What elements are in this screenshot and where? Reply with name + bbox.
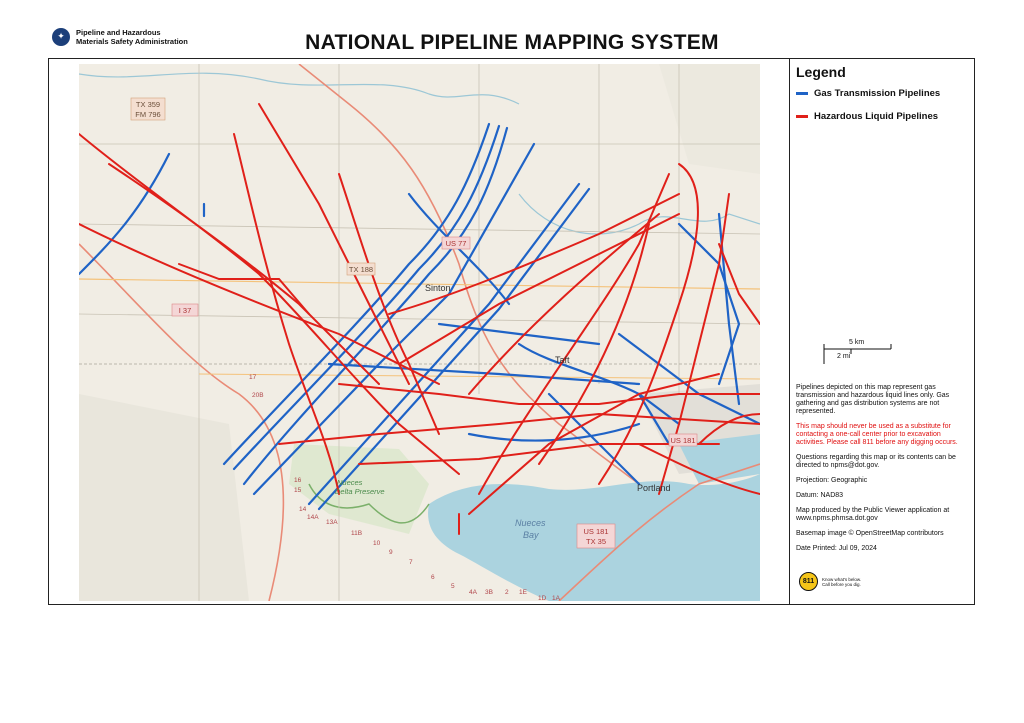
811-icon: 811 xyxy=(799,572,818,591)
svg-text:6: 6 xyxy=(431,574,435,581)
svg-text:20B: 20B xyxy=(252,392,264,399)
svg-text:16: 16 xyxy=(294,477,302,484)
svg-text:9: 9 xyxy=(389,549,393,556)
call-811-badge: 811 Know what's below. Call before you d… xyxy=(799,572,861,591)
legend-item-gas: Gas Transmission Pipelines xyxy=(796,88,971,99)
svg-text:11B: 11B xyxy=(351,530,362,537)
shield-i37: I 37 xyxy=(179,306,192,315)
svg-text:17: 17 xyxy=(249,374,257,381)
shield-fm796: FM 796 xyxy=(135,110,160,119)
scale-km-label: 5 km xyxy=(849,339,865,346)
gas-line-icon xyxy=(796,92,808,95)
svg-text:1A: 1A xyxy=(552,595,561,601)
urban-area-west xyxy=(79,394,249,601)
svg-text:13A: 13A xyxy=(326,519,338,526)
scale-mi-label: 2 mi xyxy=(837,353,851,360)
map-canvas[interactable]: TX 359 FM 796 US 77 I 37 TX 188 US 181 U… xyxy=(79,64,760,601)
svg-text:2: 2 xyxy=(505,589,509,596)
legend-label-liquid: Hazardous Liquid Pipelines xyxy=(814,111,939,122)
811-text: Know what's below. Call before you dig. xyxy=(822,577,861,587)
place-taft: Taft xyxy=(555,355,570,365)
frame-divider xyxy=(789,58,790,605)
svg-text:14A: 14A xyxy=(307,514,319,521)
svg-text:14: 14 xyxy=(299,506,307,513)
place-nueces-bay-2: Bay xyxy=(523,530,539,540)
shield-tx35-label: TX 35 xyxy=(586,537,606,546)
811-line2: Call before you dig. xyxy=(822,581,861,587)
place-preserve-2: Delta Preserve xyxy=(335,487,385,496)
place-portland: Portland xyxy=(637,483,671,493)
map-svg[interactable]: TX 359 FM 796 US 77 I 37 TX 188 US 181 U… xyxy=(79,64,760,601)
datum-text: Datum: NAD83 xyxy=(796,492,844,499)
place-preserve: Nueces xyxy=(337,478,363,487)
warning-text: This map should never be used as a subst… xyxy=(796,423,958,446)
produced-text: Map produced by the Public Viewer applic… xyxy=(796,507,950,522)
legend-panel: Legend Gas Transmission Pipelines Hazard… xyxy=(796,64,971,134)
svg-text:15: 15 xyxy=(294,487,302,494)
svg-text:1D: 1D xyxy=(538,595,547,601)
svg-text:1E: 1E xyxy=(519,589,528,596)
shield-tx188: TX 188 xyxy=(349,265,373,274)
place-nueces-bay: Nueces xyxy=(515,518,546,528)
811-line1: Know what's below. xyxy=(822,576,862,582)
shield-us181: US 181 xyxy=(670,436,695,445)
date-printed-text: Date Printed: Jul 09, 2024 xyxy=(796,545,877,552)
basemap-text: Basemap image © OpenStreetMap contributo… xyxy=(796,530,944,537)
legend-title: Legend xyxy=(796,64,846,80)
shield-tx359: TX 359 xyxy=(136,100,160,109)
projection-text: Projection: Geographic xyxy=(796,477,868,484)
legend-label-gas: Gas Transmission Pipelines xyxy=(814,88,941,99)
scale-bar: 5 km 2 mi xyxy=(823,339,893,366)
svg-text:3B: 3B xyxy=(485,589,493,596)
legend-item-liquid: Hazardous Liquid Pipelines xyxy=(796,111,971,122)
map-notes: Pipelines depicted on this map represent… xyxy=(796,384,966,560)
svg-text:7: 7 xyxy=(409,559,413,566)
disclaimer-text: Pipelines depicted on this map represent… xyxy=(796,384,950,415)
page-title: NATIONAL PIPELINE MAPPING SYSTEM xyxy=(305,31,719,54)
place-sinton: Sinton xyxy=(425,283,451,293)
questions-text: Questions regarding this map or its cont… xyxy=(796,454,956,469)
liquid-line-icon xyxy=(796,115,808,118)
svg-text:4A: 4A xyxy=(469,589,478,596)
shield-us77: US 77 xyxy=(446,239,467,248)
svg-text:10: 10 xyxy=(373,540,381,547)
svg-text:5: 5 xyxy=(451,583,455,590)
shield-us181-label: US 181 xyxy=(583,527,608,536)
